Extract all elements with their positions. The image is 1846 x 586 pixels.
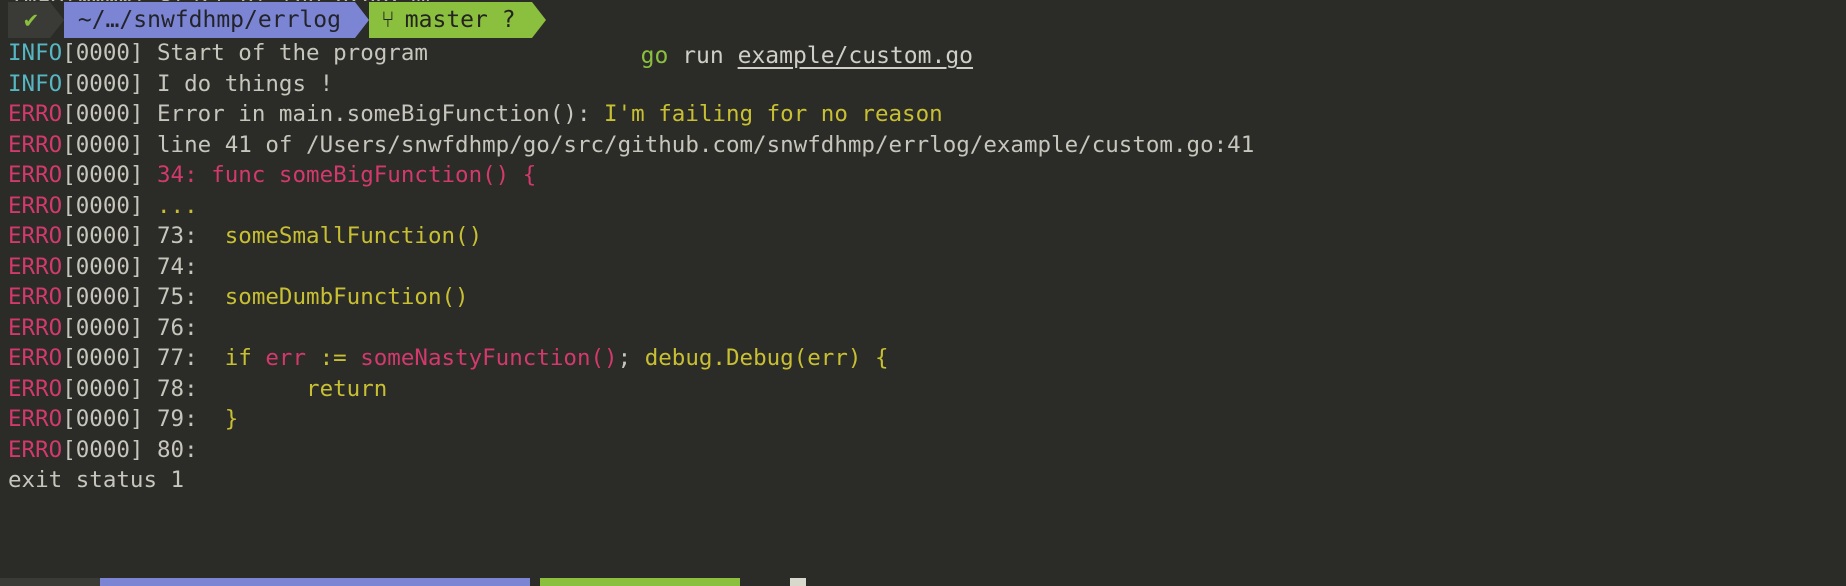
log-timestamp: [0000] (62, 101, 144, 127)
log-level-erro: ERRO (8, 192, 63, 219)
log-line: ERRO[0000] 76: (8, 313, 1846, 344)
prompt-path-segment: ~/…/snwfdhmp/errlog (63, 2, 370, 38)
log-timestamp: [0000] (62, 284, 144, 310)
log-level-erro: ERRO (8, 162, 63, 188)
log-timestamp: [0000] (62, 223, 144, 249)
log-line: ERRO[0000] Error in main.someBigFunction… (8, 99, 1846, 130)
prompt-path-label: ~/…/snwfdhmp/errlog (77, 7, 341, 33)
log-line: exit status 1 (8, 465, 1846, 496)
prompt-branch-label: master ? (404, 7, 516, 33)
log-text-segment: ... (143, 192, 198, 219)
log-line: INFO[0000] I do things ! (8, 69, 1846, 100)
log-text-segment: line 41 of /Users/snwfdhmp/go/src/github… (143, 131, 1255, 158)
log-timestamp: [0000] (62, 131, 144, 158)
next-prompt-path-strip (100, 578, 530, 586)
log-text-segment: I'm failing for no reason (604, 101, 943, 127)
log-line: ERRO[0000] 73: someSmallFunction() (8, 221, 1846, 252)
log-text-segment: Start of the program (143, 40, 428, 66)
log-line: ERRO[0000] line 41 of /Users/snwfdhmp/go… (8, 130, 1846, 161)
log-line: ERRO[0000] 78: return (8, 374, 1846, 405)
next-prompt-branch-strip (540, 578, 740, 586)
log-text-segment: 74: (143, 253, 198, 280)
log-text-segment: := (319, 345, 361, 371)
log-timestamp: [0000] (62, 406, 144, 432)
log-level-erro: ERRO (8, 284, 63, 310)
log-text-segment: return (306, 375, 388, 402)
log-line: INFO[0000] Start of the program (8, 38, 1846, 69)
terminal-window: INFO[0000] Start of the program ✔ ~/…/sn… (0, 0, 1846, 586)
log-timestamp: [0000] (62, 314, 144, 341)
log-text-segment: Error in main.someBigFunction(): (143, 101, 605, 127)
log-level-erro: ERRO (8, 223, 63, 249)
log-line: ERRO[0000] 80: (8, 435, 1846, 466)
cursor-block (790, 578, 806, 586)
log-timestamp: [0000] (62, 436, 144, 463)
next-prompt-status-strip (0, 578, 100, 586)
log-timestamp: [0000] (62, 375, 144, 402)
prompt-status-segment: ✔ (8, 2, 64, 38)
log-text-segment: 73: (143, 223, 225, 249)
log-text-segment: debug.Debug(err) { (644, 345, 889, 371)
log-line: ERRO[0000] 34: func someBigFunction() { (8, 160, 1846, 191)
log-line: ERRO[0000] ... (8, 191, 1846, 222)
log-timestamp: [0000] (62, 253, 144, 280)
log-text-segment: 79: (143, 406, 225, 432)
log-output: INFO[0000] Start of the program INFO[0000… (8, 38, 1846, 496)
log-timestamp: [0000] (62, 162, 144, 188)
clipped-next-prompt (0, 578, 1846, 586)
log-text-segment: 76: (143, 314, 198, 341)
log-line: ERRO[0000] 75: someDumbFunction() (8, 282, 1846, 313)
log-text-segment: 80: (143, 436, 198, 463)
command-line[interactable]: go run example/custom.go (558, 2, 973, 69)
log-text-segment: 34: func someBigFunction() { (143, 162, 537, 188)
log-text-segment: } (224, 406, 239, 432)
log-text-segment: someDumbFunction() (224, 284, 469, 310)
log-text-segment: 77: (143, 345, 225, 371)
log-text-segment: 75: (143, 284, 225, 310)
log-level-erro: ERRO (8, 436, 63, 463)
log-level-info: INFO (8, 40, 63, 66)
log-timestamp: [0000] (62, 40, 144, 66)
log-text-segment: exit status 1 (8, 467, 185, 493)
prompt-branch-segment: ⑂ master ? (368, 2, 546, 38)
log-level-erro: ERRO (8, 253, 63, 280)
git-branch-icon: ⑂ (380, 7, 395, 33)
log-timestamp: [0000] (62, 192, 144, 219)
log-level-erro: ERRO (8, 345, 63, 371)
log-text-segment: if (224, 345, 266, 371)
clipped-previous-line: INFO[0000] Start of the program (10, 0, 430, 1)
log-timestamp: [0000] (62, 70, 144, 97)
log-level-erro: ERRO (8, 131, 63, 158)
log-level-erro: ERRO (8, 101, 63, 127)
log-level-erro: ERRO (8, 406, 63, 432)
log-line: ERRO[0000] 79: } (8, 404, 1846, 435)
log-level-erro: ERRO (8, 375, 63, 402)
log-level-erro: ERRO (8, 314, 63, 341)
shell-prompt: ✔ ~/…/snwfdhmp/errlog ⑂ master ? go run … (8, 2, 973, 69)
checkmark-icon: ✔ (24, 7, 38, 33)
log-line: ERRO[0000] 74: (8, 252, 1846, 283)
log-text-segment: someNastyFunction() (360, 345, 618, 371)
log-text-segment: ; (617, 345, 645, 371)
log-text-segment: someSmallFunction() (224, 223, 483, 249)
log-level-info: INFO (8, 70, 63, 97)
log-timestamp: [0000] (62, 345, 144, 371)
log-line: ERRO[0000] 77: if err := someNastyFuncti… (8, 343, 1846, 374)
log-text-segment: I do things ! (143, 70, 334, 97)
log-text-segment: err (265, 345, 320, 371)
log-text-segment: 78: (143, 375, 307, 402)
